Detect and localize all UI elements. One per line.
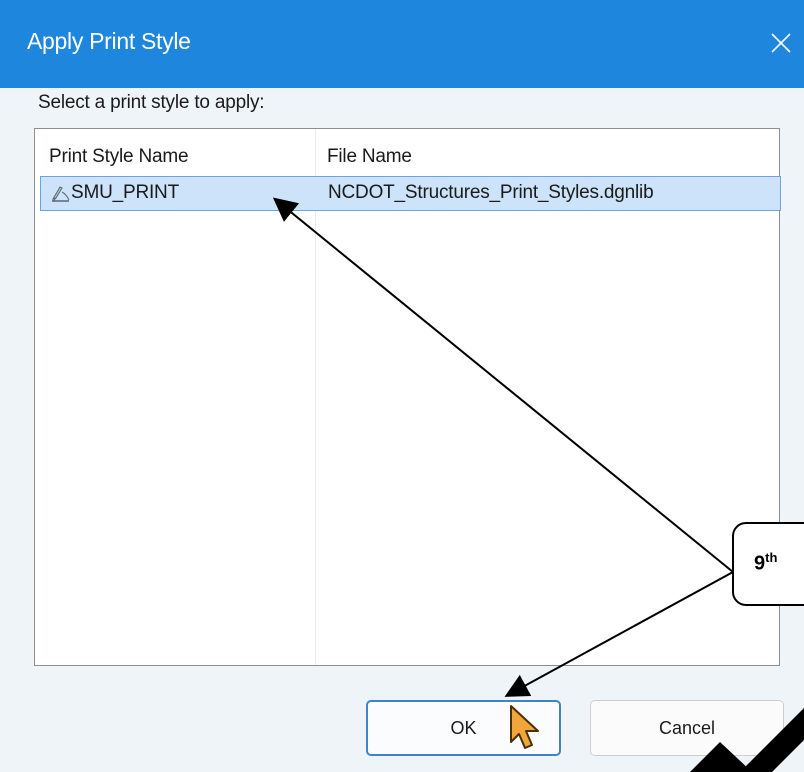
step-number: 9 (754, 552, 766, 575)
cancel-button[interactable]: Cancel (590, 700, 784, 756)
column-header-file-name[interactable]: File Name (327, 146, 412, 168)
step-suffix: th (765, 550, 778, 565)
mouse-pointer-icon (510, 705, 539, 749)
file-name-cell: NCDOT_Structures_Print_Styles.dgnlib (328, 182, 654, 203)
print-style-list[interactable]: Print Style Name File Name SMU_PRINT NCD… (34, 128, 781, 666)
window-title: Apply Print Style (27, 28, 191, 54)
print-style-name-cell: SMU_PRINT (71, 182, 179, 203)
prompt-label: Select a print style to apply: (38, 92, 265, 113)
step-callout: 9th S (732, 522, 804, 606)
close-button[interactable] (758, 20, 804, 66)
list-row-selected[interactable]: SMU_PRINT NCDOT_Structures_Print_Styles.… (40, 176, 781, 211)
title-bar: Apply Print Style (0, 0, 804, 88)
apply-print-style-dialog: Apply Print Style Select a print style t… (0, 0, 804, 772)
close-icon (771, 33, 791, 53)
print-style-icon (51, 186, 70, 202)
column-header-print-style-name[interactable]: Print Style Name (49, 146, 189, 168)
step-label: 9th (754, 550, 777, 576)
